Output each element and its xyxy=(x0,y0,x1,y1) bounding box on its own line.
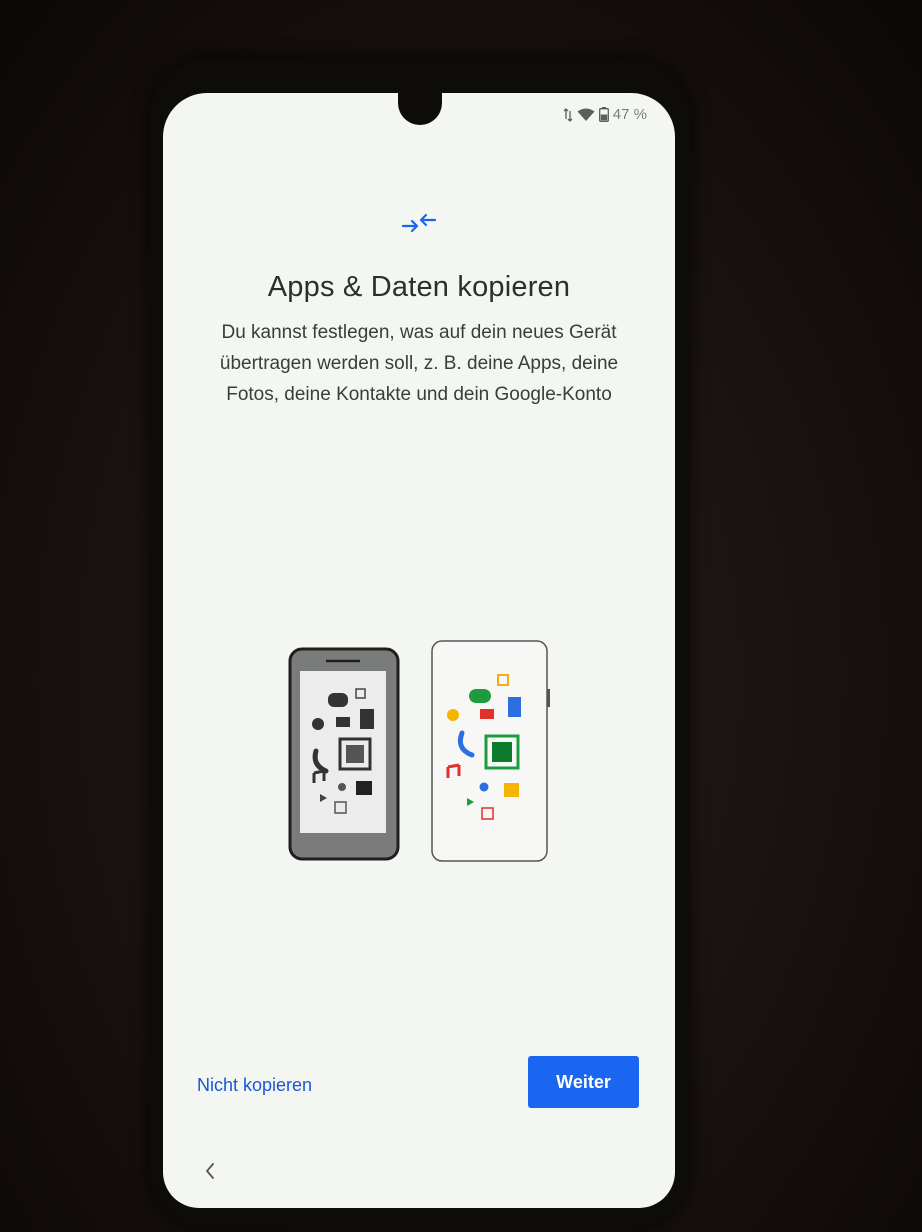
wifi-icon xyxy=(577,108,595,121)
phone-screen: 47 % Apps & Daten kopieren Du kannst fes… xyxy=(163,93,675,1208)
new-phone-graphic xyxy=(431,640,550,862)
skip-copy-button[interactable]: Nicht kopieren xyxy=(197,1075,312,1096)
data-arrows-icon xyxy=(563,107,573,122)
battery-icon xyxy=(598,107,609,122)
battery-percentage: 47 % xyxy=(612,106,647,123)
next-button[interactable]: Weiter xyxy=(528,1056,639,1108)
transfer-arrows-icon xyxy=(401,213,437,233)
phone-transfer-illustration xyxy=(288,640,550,862)
page-description: Du kannst festlegen, was auf dein neues … xyxy=(219,322,619,405)
status-bar: 47 % xyxy=(563,106,647,123)
old-phone-graphic xyxy=(288,647,400,861)
camera-notch xyxy=(398,93,442,125)
back-icon[interactable] xyxy=(203,1161,217,1181)
page-title: Apps & Daten kopieren xyxy=(267,271,571,303)
